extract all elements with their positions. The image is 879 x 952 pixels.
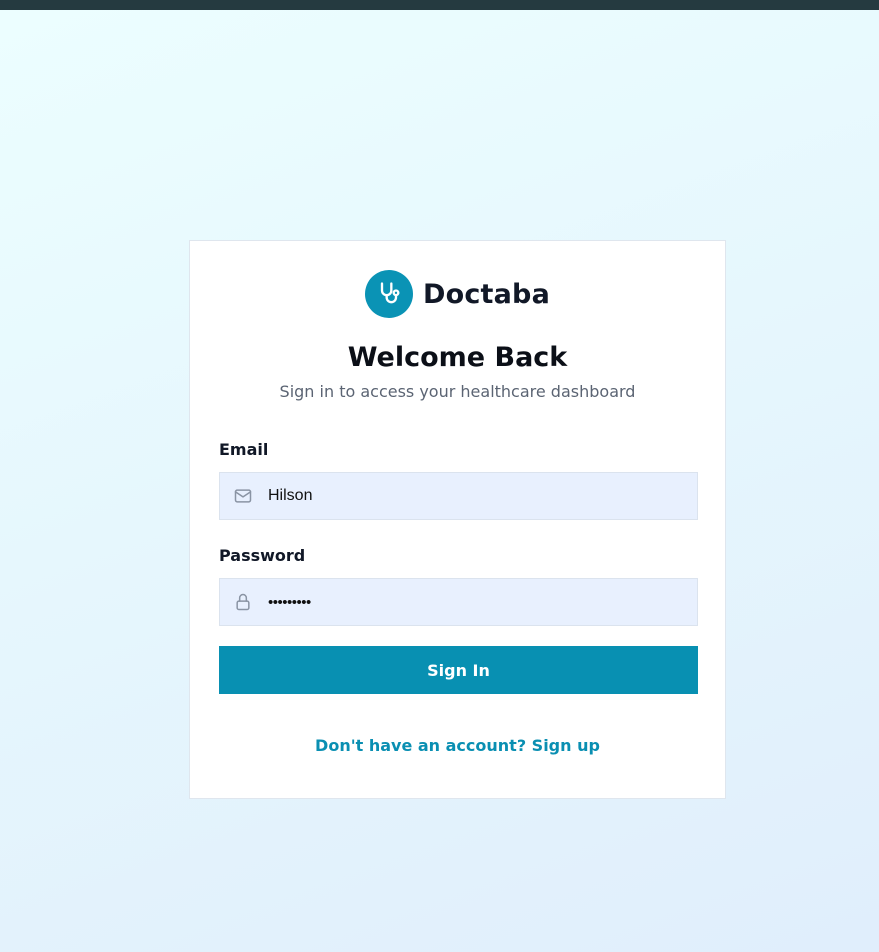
stethoscope-icon	[375, 280, 403, 308]
password-value[interactable]: •••••••••	[268, 594, 311, 611]
brand-header: Doctaba	[190, 270, 725, 318]
password-field[interactable]: •••••••••	[219, 578, 698, 626]
lock-icon	[233, 592, 253, 612]
top-bar	[0, 0, 879, 10]
brand-logo	[364, 270, 413, 318]
sign-up-link[interactable]: Don't have an account? Sign up	[190, 736, 725, 755]
page-subtitle: Sign in to access your healthcare dashbo…	[279, 382, 636, 401]
email-label: Email	[219, 440, 269, 459]
login-card: Doctaba Welcome Back Sign in to access y…	[189, 240, 726, 799]
sign-in-button[interactable]: Sign In	[219, 646, 698, 694]
mail-icon	[233, 486, 253, 506]
email-field[interactable]: Hilson	[219, 472, 698, 520]
brand-name: Doctaba	[422, 278, 551, 310]
email-value[interactable]: Hilson	[268, 487, 312, 505]
password-label: Password	[219, 546, 306, 565]
page-title: Welcome Back	[347, 342, 568, 373]
